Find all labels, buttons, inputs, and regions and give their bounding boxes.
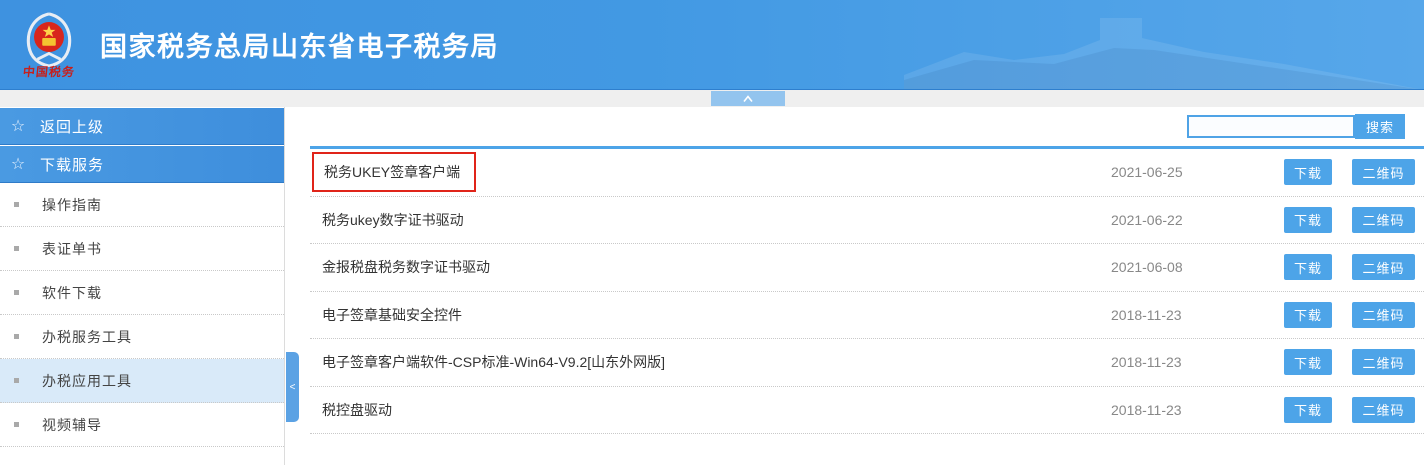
content-panel: 搜索 税务UKEY签章客户端 2021-06-25 下载 二维码 税务ukey数… xyxy=(310,107,1424,465)
sidebar-sub-menu: 操作指南 表证单书 软件下载 办税服务工具 办税应用工具 视频辅导 xyxy=(0,183,284,447)
file-date: 2021-06-08 xyxy=(1111,259,1189,275)
sidebar-sub-item[interactable]: 表证单书 xyxy=(0,227,284,271)
qrcode-button[interactable]: 二维码 xyxy=(1352,207,1415,233)
file-date: 2018-11-23 xyxy=(1111,307,1189,323)
file-name-box: 税控盘驱动 xyxy=(310,400,392,420)
header: 中国税务 国家税务总局山东省电子税务局 xyxy=(0,0,1424,90)
file-date: 2021-06-22 xyxy=(1111,212,1189,228)
qrcode-button[interactable]: 二维码 xyxy=(1352,349,1415,375)
bullet-icon xyxy=(14,378,19,383)
sidebar-sub-item[interactable]: 软件下载 xyxy=(0,271,284,315)
sidebar-item-label: 返回上级 xyxy=(40,116,104,137)
qrcode-button[interactable]: 二维码 xyxy=(1352,302,1415,328)
star-icon: ☆ xyxy=(10,116,26,136)
table-row: 金报税盘税务数字证书驱动 2021-06-08 下载 二维码 xyxy=(310,244,1424,292)
sidebar: ☆ 返回上级 ☆ 下载服务 操作指南 表证单书 软件下载 办税服务工具 办税应用… xyxy=(0,107,285,465)
table-row: 税务UKEY签章客户端 2021-06-25 下载 二维码 xyxy=(310,149,1424,197)
sidebar-item-label: 操作指南 xyxy=(42,195,102,215)
table-row: 电子签章基础安全控件 2018-11-23 下载 二维码 xyxy=(310,292,1424,340)
file-name-link[interactable]: 税务ukey数字证书驱动 xyxy=(322,210,464,230)
sidebar-item-label: 表证单书 xyxy=(42,239,102,259)
bullet-icon xyxy=(14,422,19,427)
tax-emblem-icon xyxy=(20,9,78,67)
tax-bureau-logo: 中国税务 xyxy=(14,9,84,80)
file-name-link[interactable]: 金报税盘税务数字证书驱动 xyxy=(322,257,490,277)
bullet-icon xyxy=(14,246,19,251)
download-button[interactable]: 下载 xyxy=(1284,349,1332,375)
file-name-box: 金报税盘税务数字证书驱动 xyxy=(310,257,490,277)
sidebar-item-label: 软件下载 xyxy=(42,283,102,303)
sidebar-item-label: 办税服务工具 xyxy=(42,327,132,347)
chevron-up-icon xyxy=(742,95,754,103)
qrcode-button[interactable]: 二维码 xyxy=(1352,397,1415,423)
file-date: 2018-11-23 xyxy=(1111,354,1189,370)
file-date: 2018-11-23 xyxy=(1111,402,1189,418)
bullet-icon xyxy=(14,202,19,207)
table-row: 税控盘驱动 2018-11-23 下载 二维码 xyxy=(310,387,1424,435)
search-bar: 搜索 xyxy=(310,107,1424,146)
sidebar-item-return-up[interactable]: ☆ 返回上级 xyxy=(0,108,284,145)
table-row: 税务ukey数字证书驱动 2021-06-22 下载 二维码 xyxy=(310,197,1424,245)
qrcode-button[interactable]: 二维码 xyxy=(1352,254,1415,280)
star-icon: ☆ xyxy=(10,154,26,174)
file-name-box: 税务ukey数字证书驱动 xyxy=(310,210,464,230)
bullet-icon xyxy=(14,290,19,295)
file-name-link[interactable]: 税控盘驱动 xyxy=(322,400,392,420)
subheader-strip xyxy=(0,90,1424,107)
search-button[interactable]: 搜索 xyxy=(1355,114,1405,139)
collapse-panel-button[interactable] xyxy=(711,91,785,106)
download-button[interactable]: 下载 xyxy=(1284,254,1332,280)
great-wall-decoration xyxy=(904,0,1424,90)
logo-caption: 中国税务 xyxy=(22,63,76,80)
bullet-icon xyxy=(14,334,19,339)
download-button[interactable]: 下载 xyxy=(1284,397,1332,423)
download-button[interactable]: 下载 xyxy=(1284,159,1332,185)
search-input[interactable] xyxy=(1187,115,1355,138)
file-name-link[interactable]: 电子签章客户端软件-CSP标准-Win64-V9.2[山东外网版] xyxy=(322,352,665,372)
qrcode-button[interactable]: 二维码 xyxy=(1352,159,1415,185)
file-name-box: 电子签章客户端软件-CSP标准-Win64-V9.2[山东外网版] xyxy=(310,352,665,372)
sidebar-item-label: 视频辅导 xyxy=(42,415,102,435)
sidebar-item-label: 办税应用工具 xyxy=(42,371,132,391)
file-name-box: 税务UKEY签章客户端 xyxy=(312,152,476,192)
sidebar-sub-item[interactable]: 操作指南 xyxy=(0,183,284,227)
sidebar-sub-item[interactable]: 办税应用工具 xyxy=(0,359,284,403)
sidebar-item-label: 下载服务 xyxy=(40,154,104,175)
file-name-link[interactable]: 税务UKEY签章客户端 xyxy=(324,162,460,182)
file-name-link[interactable]: 电子签章基础安全控件 xyxy=(322,305,462,325)
table-row: 电子签章客户端软件-CSP标准-Win64-V9.2[山东外网版] 2018-1… xyxy=(310,339,1424,387)
sidebar-sub-item[interactable]: 办税服务工具 xyxy=(0,315,284,359)
sidebar-item-download-services[interactable]: ☆ 下载服务 xyxy=(0,146,284,183)
download-list: 税务UKEY签章客户端 2021-06-25 下载 二维码 税务ukey数字证书… xyxy=(310,146,1424,434)
page-title: 国家税务总局山东省电子税务局 xyxy=(100,25,499,64)
sidebar-sub-item[interactable]: 视频辅导 xyxy=(0,403,284,447)
sidebar-collapse-handle[interactable]: < xyxy=(286,352,299,422)
file-date: 2021-06-25 xyxy=(1111,164,1189,180)
download-button[interactable]: 下载 xyxy=(1284,302,1332,328)
download-button[interactable]: 下载 xyxy=(1284,207,1332,233)
file-name-box: 电子签章基础安全控件 xyxy=(310,305,462,325)
